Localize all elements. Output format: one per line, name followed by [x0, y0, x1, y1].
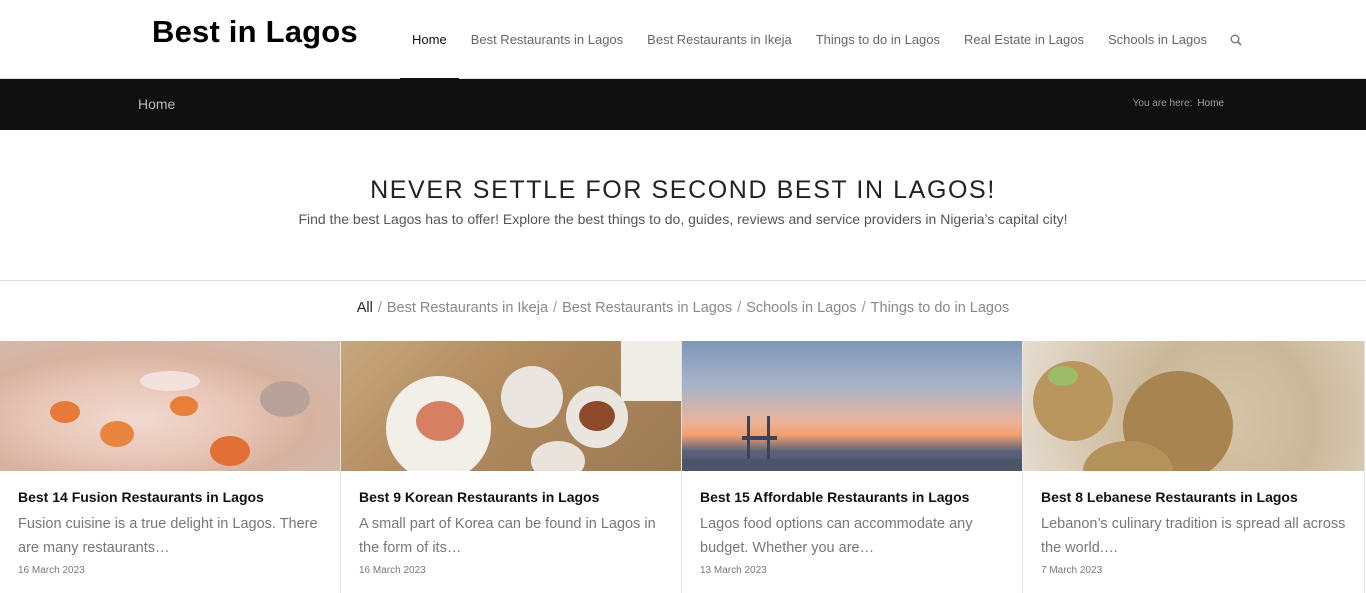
post-title[interactable]: Best 8 Lebanese Restaurants in Lagos: [1041, 489, 1346, 505]
post-date: 16 March 2023: [18, 565, 85, 576]
filter-schools-lagos[interactable]: Schools in Lagos: [746, 300, 856, 316]
post-thumbnail[interactable]: [0, 341, 340, 471]
post-grid: Best 14 Fusion Restaurants in Lagos Fusi…: [0, 341, 1366, 593]
post-excerpt: Lebanon’s culinary tradition is spread a…: [1041, 516, 1346, 556]
nav-item-best-restaurants-ikeja[interactable]: Best Restaurants in Ikeja: [635, 0, 804, 79]
post-excerpt: Fusion cuisine is a true delight in Lago…: [18, 516, 318, 556]
filter-separator: /: [737, 300, 742, 316]
post-date: 7 March 2023: [1041, 565, 1103, 576]
breadcrumb: You are here: Home: [1133, 98, 1224, 109]
site-logo[interactable]: Best in Lagos: [152, 14, 358, 50]
site-header: Best in Lagos Home Best Restaurants in L…: [0, 0, 1366, 80]
post-thumbnail[interactable]: [341, 341, 681, 471]
main-nav: Home Best Restaurants in Lagos Best Rest…: [400, 0, 1253, 80]
post-thumbnail[interactable]: [682, 341, 1022, 471]
title-bar: Home You are here: Home: [0, 79, 1366, 130]
filter-separator: /: [861, 300, 866, 316]
search-icon[interactable]: [1219, 0, 1253, 79]
filter-restaurants-lagos[interactable]: Best Restaurants in Lagos: [562, 300, 732, 316]
filter-things-to-do[interactable]: Things to do in Lagos: [871, 300, 1010, 316]
nav-item-things-to-do[interactable]: Things to do in Lagos: [804, 0, 952, 79]
post-card[interactable]: Best 15 Affordable Restaurants in Lagos …: [682, 341, 1023, 593]
post-card[interactable]: Best 9 Korean Restaurants in Lagos A sma…: [341, 341, 682, 593]
hero-section: NEVER SETTLE FOR SECOND BEST IN LAGOS! F…: [0, 130, 1366, 281]
category-filters: All / Best Restaurants in Ikeja / Best Resta…: [0, 300, 1366, 316]
post-title[interactable]: Best 14 Fusion Restaurants in Lagos: [18, 489, 322, 505]
post-card[interactable]: Best 14 Fusion Restaurants in Lagos Fusi…: [0, 341, 341, 593]
hero-heading: NEVER SETTLE FOR SECOND BEST IN LAGOS!: [370, 176, 996, 204]
nav-item-home[interactable]: Home: [400, 0, 459, 80]
hero-subheading: Find the best Lagos has to offer! Explor…: [298, 211, 1068, 227]
filter-separator: /: [553, 300, 558, 316]
filter-all[interactable]: All: [357, 300, 373, 316]
post-card[interactable]: Best 8 Lebanese Restaurants in Lagos Leb…: [1023, 341, 1365, 593]
post-thumbnail[interactable]: [1023, 341, 1364, 471]
breadcrumb-prefix: You are here:: [1132, 98, 1193, 109]
nav-item-schools[interactable]: Schools in Lagos: [1096, 0, 1219, 79]
breadcrumb-home-link[interactable]: Home: [1197, 98, 1224, 109]
nav-item-real-estate[interactable]: Real Estate in Lagos: [952, 0, 1096, 79]
post-title[interactable]: Best 9 Korean Restaurants in Lagos: [359, 489, 663, 505]
nav-item-best-restaurants-lagos[interactable]: Best Restaurants in Lagos: [459, 0, 635, 79]
post-date: 16 March 2023: [359, 565, 426, 576]
filter-separator: /: [377, 300, 382, 316]
post-title[interactable]: Best 15 Affordable Restaurants in Lagos: [700, 489, 1004, 505]
post-excerpt: A small part of Korea can be found in La…: [359, 516, 656, 556]
post-date: 13 March 2023: [700, 565, 767, 576]
post-excerpt: Lagos food options can accommodate any b…: [700, 516, 973, 556]
page-title: Home: [138, 96, 176, 112]
filter-restaurants-ikeja[interactable]: Best Restaurants in Ikeja: [387, 300, 548, 316]
